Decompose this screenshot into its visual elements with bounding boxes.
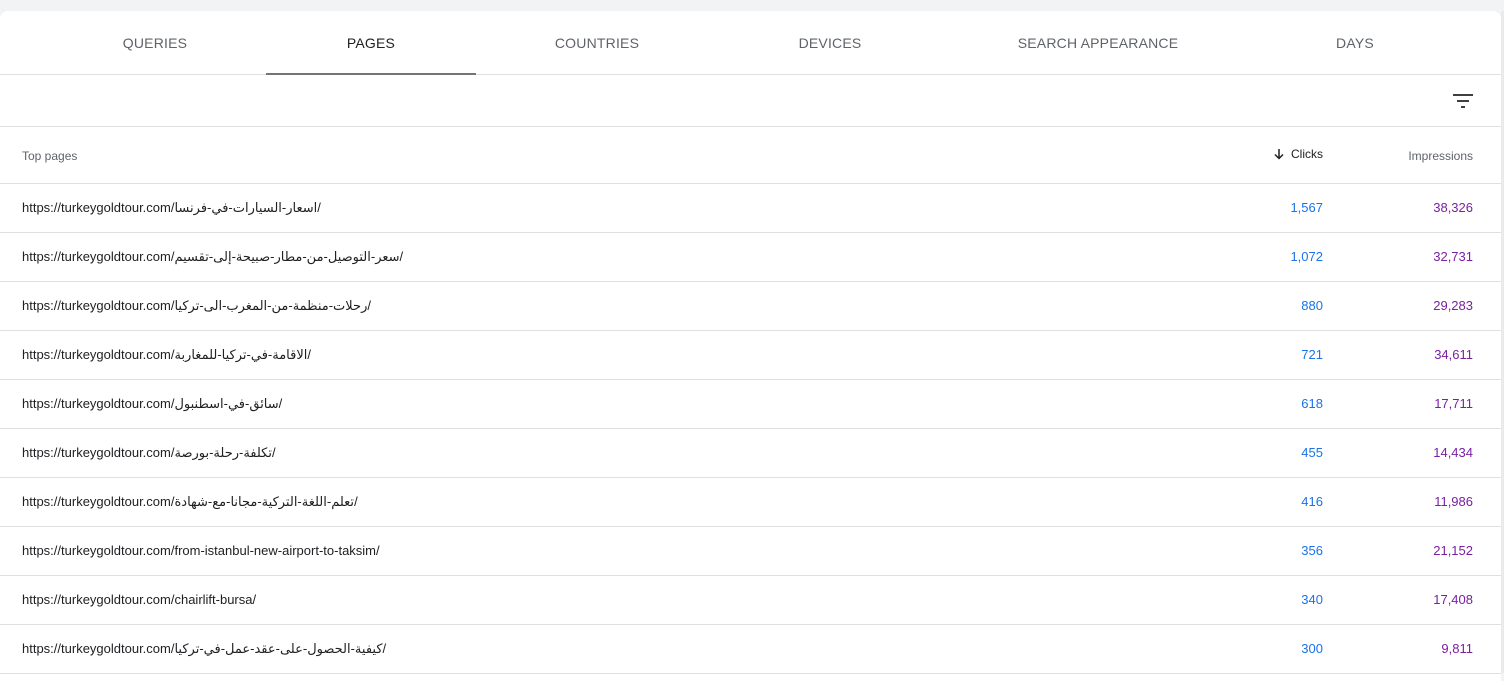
impressions-value: 17,408 [1433, 592, 1473, 607]
impressions-value: 11,986 [1434, 494, 1473, 509]
page-url: https://turkeygoldtour.com/اسعار-السيارا… [22, 200, 321, 215]
clicks-value: 455 [1301, 445, 1323, 460]
page-url: https://turkeygoldtour.com/تكلفة-رحلة-بو… [22, 445, 276, 460]
page-url: https://turkeygoldtour.com/chairlift-bur… [22, 592, 257, 607]
filter-button[interactable] [1451, 89, 1475, 113]
clicks-value: 300 [1301, 641, 1323, 656]
arrow-down-icon [1274, 149, 1284, 160]
clicks-value: 1,567 [1290, 200, 1323, 215]
filter-icon [1453, 94, 1473, 108]
page-url: https://turkeygoldtour.com/كيفية-الحصول-… [22, 641, 387, 656]
table-row[interactable]: https://turkeygoldtour.com/سائق-في-اسطنب… [0, 380, 1501, 429]
table-row[interactable]: https://turkeygoldtour.com/تكلفة-رحلة-بو… [0, 429, 1501, 478]
page-url: https://turkeygoldtour.com/from-istanbul… [22, 543, 380, 558]
performance-card: QUERIES PAGES COUNTRIES DEVICES SEARCH A… [0, 11, 1501, 681]
tab-countries[interactable]: COUNTRIES [476, 11, 718, 75]
table-toolbar [0, 75, 1501, 127]
table-row[interactable]: https://turkeygoldtour.com/chairlift-bur… [0, 576, 1501, 625]
impressions-value: 9,811 [1441, 641, 1473, 656]
table-header: Top pages Clicks Impressions [0, 127, 1501, 184]
impressions-value: 14,434 [1433, 445, 1473, 460]
table-row[interactable]: https://turkeygoldtour.com/from-istanbul… [0, 527, 1501, 576]
clicks-value: 1,072 [1290, 249, 1323, 264]
table-row[interactable]: https://turkeygoldtour.com/رحلات-منظمة-م… [0, 282, 1501, 331]
impressions-value: 17,711 [1434, 396, 1473, 411]
page-url: https://turkeygoldtour.com/سائق-في-اسطنب… [22, 396, 283, 411]
page-url: https://turkeygoldtour.com/تعلم-اللغة-ال… [22, 494, 358, 509]
tab-queries[interactable]: QUERIES [44, 11, 266, 75]
page-url: https://turkeygoldtour.com/سعر-التوصيل-م… [22, 249, 404, 264]
column-header-impressions[interactable]: Impressions [1408, 149, 1473, 163]
clicks-value: 416 [1301, 494, 1323, 509]
table-row[interactable]: https://turkeygoldtour.com/الاقامة-في-تر… [0, 331, 1501, 380]
table-row[interactable]: https://turkeygoldtour.com/تعلم-اللغة-ال… [0, 478, 1501, 527]
clicks-value: 618 [1301, 396, 1323, 411]
tab-days[interactable]: DAYS [1254, 11, 1456, 75]
table-row[interactable]: https://turkeygoldtour.com/كيفية-الحصول-… [0, 625, 1501, 674]
tab-search-appearance[interactable]: SEARCH APPEARANCE [942, 11, 1254, 75]
tab-devices[interactable]: DEVICES [718, 11, 942, 75]
impressions-value: 29,283 [1433, 298, 1473, 313]
report-tabs: QUERIES PAGES COUNTRIES DEVICES SEARCH A… [0, 11, 1501, 75]
tab-pages[interactable]: PAGES [266, 11, 476, 75]
clicks-value: 356 [1301, 543, 1323, 558]
table-row[interactable]: https://turkeygoldtour.com/سعر-التوصيل-م… [0, 233, 1501, 282]
page-url: https://turkeygoldtour.com/رحلات-منظمة-م… [22, 298, 371, 313]
impressions-value: 38,326 [1433, 200, 1473, 215]
impressions-value: 32,731 [1433, 249, 1473, 264]
impressions-value: 21,152 [1433, 543, 1473, 558]
impressions-value: 34,611 [1434, 347, 1473, 362]
table-body: https://turkeygoldtour.com/اسعار-السيارا… [0, 184, 1501, 674]
column-header-clicks[interactable]: Clicks [1273, 147, 1323, 161]
clicks-value: 340 [1301, 592, 1323, 607]
page-url: https://turkeygoldtour.com/الاقامة-في-تر… [22, 347, 312, 362]
column-header-pages: Top pages [22, 149, 78, 163]
clicks-value: 721 [1301, 347, 1323, 362]
column-header-clicks-label: Clicks [1291, 147, 1323, 161]
clicks-value: 880 [1301, 298, 1323, 313]
table-row[interactable]: https://turkeygoldtour.com/اسعار-السيارا… [0, 184, 1501, 233]
